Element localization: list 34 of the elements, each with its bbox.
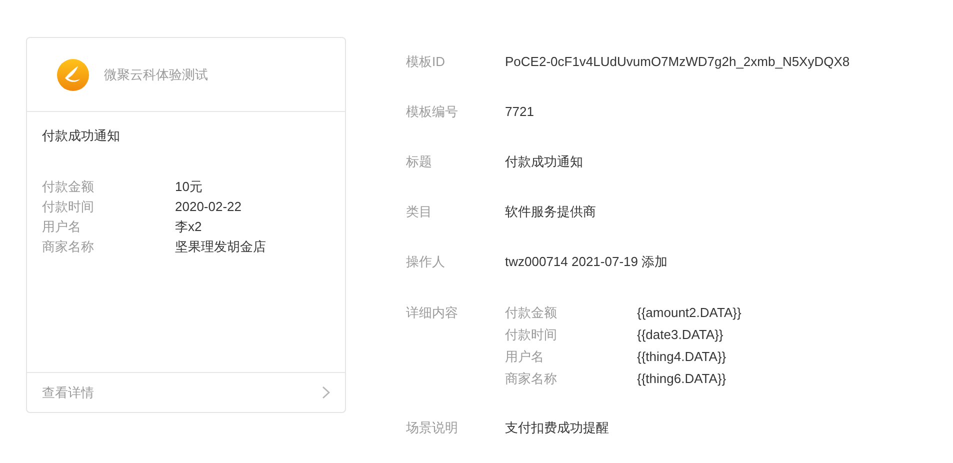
detail-label: 模板ID bbox=[406, 53, 446, 71]
view-details-link[interactable]: 查看详情 bbox=[42, 384, 94, 402]
detail-label: 操作人 bbox=[406, 253, 446, 271]
content-field-value: {{thing6.DATA}} bbox=[637, 370, 726, 388]
detail-label: 详细内容 bbox=[406, 304, 459, 322]
field-label: 付款时间 bbox=[42, 198, 95, 216]
field-label: 付款金额 bbox=[42, 178, 95, 196]
account-name: 微聚云科体验测试 bbox=[104, 66, 208, 84]
field-value: 2020-02-22 bbox=[175, 198, 242, 216]
detail-label: 场景说明 bbox=[406, 419, 459, 437]
content-field-label: 付款时间 bbox=[505, 326, 558, 344]
detail-value: twz000714 2021-07-19 添加 bbox=[505, 253, 668, 271]
detail-value: PoCE2-0cF1v4LUdUvumO7MzWD7g2h_2xmb_N5XyDQX8 bbox=[505, 53, 850, 71]
field-value: 10元 bbox=[175, 178, 202, 196]
field-label: 商家名称 bbox=[42, 238, 95, 256]
detail-value: 7721 bbox=[505, 103, 534, 121]
detail-label: 标题 bbox=[406, 153, 433, 171]
content-field-label: 商家名称 bbox=[505, 370, 558, 388]
field-label: 用户名 bbox=[42, 218, 82, 236]
content-field-label: 用户名 bbox=[505, 348, 545, 366]
detail-value: 软件服务提供商 bbox=[505, 203, 596, 221]
detail-label: 模板编号 bbox=[406, 103, 459, 121]
content-field-label: 付款金额 bbox=[505, 304, 558, 322]
message-title: 付款成功通知 bbox=[42, 127, 121, 145]
content-field-value: {{amount2.DATA}} bbox=[637, 304, 742, 322]
content-field-value: {{date3.DATA}} bbox=[637, 326, 724, 344]
chevron-right-icon[interactable] bbox=[322, 386, 330, 399]
field-value: 坚果理发胡金店 bbox=[175, 238, 266, 256]
detail-value: 支付扣费成功提醒 bbox=[505, 419, 609, 437]
detail-label: 类目 bbox=[406, 203, 433, 221]
logo-icon bbox=[57, 58, 89, 90]
field-value: 李x2 bbox=[175, 218, 202, 236]
content-field-value: {{thing4.DATA}} bbox=[637, 348, 726, 366]
detail-value: 付款成功通知 bbox=[505, 153, 583, 171]
